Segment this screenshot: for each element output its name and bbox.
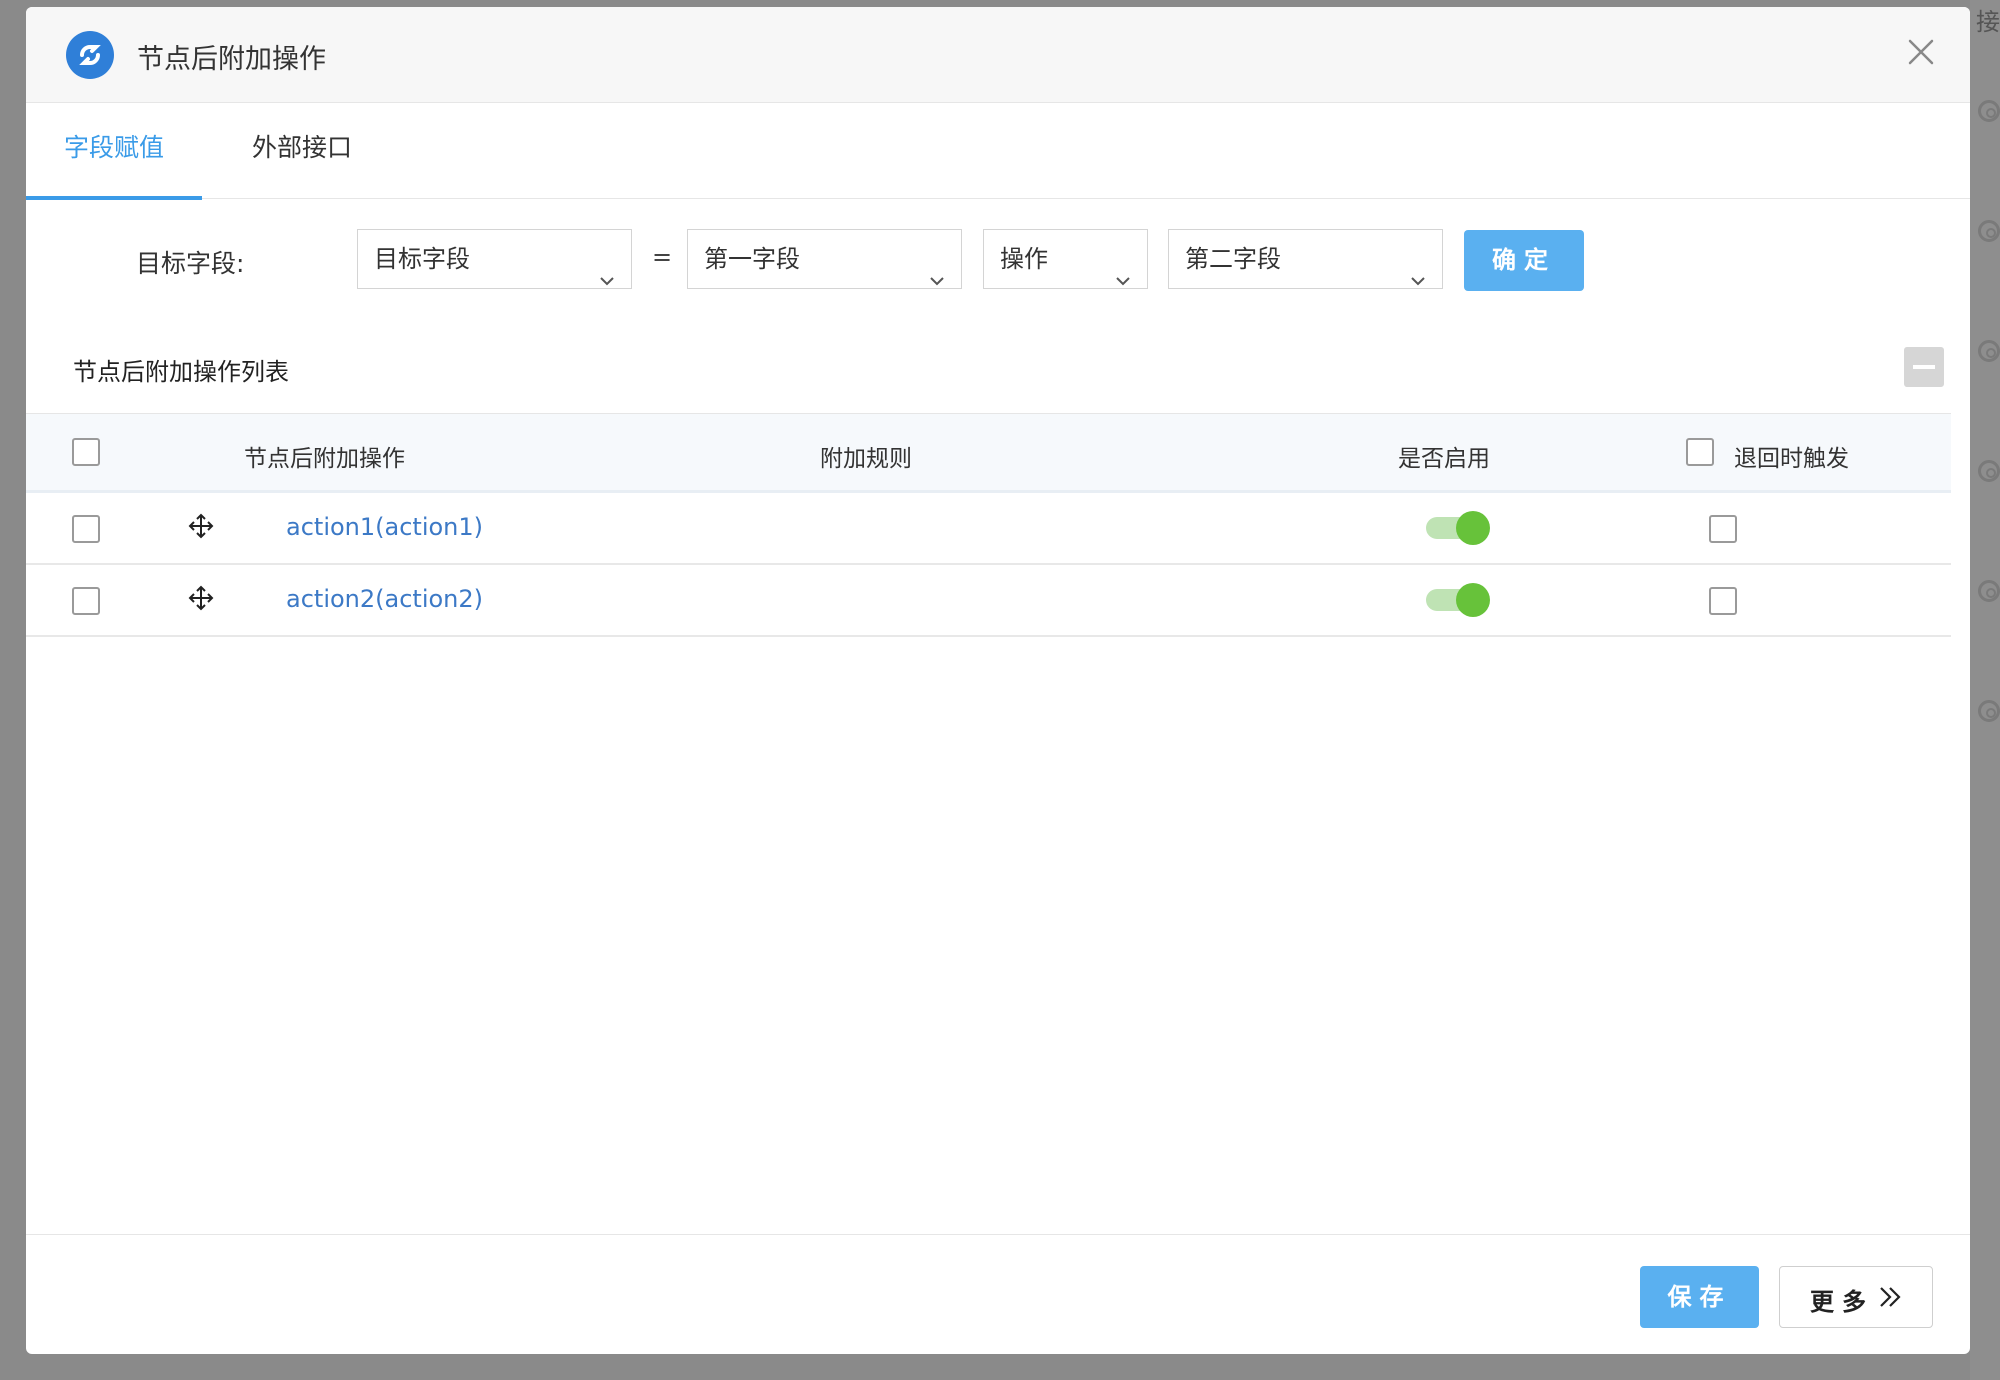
actions-table: 节点后附加操作 附加规则 是否启用 退回时触发 action1(action1) [26,413,1951,637]
action-link[interactable]: action2(action2) [286,585,483,613]
toggle-knob [1456,583,1490,617]
column-header-action: 节点后附加操作 [244,446,405,472]
dialog-title: 节点后附加操作 [137,44,326,75]
second-field-select[interactable]: 第二字段 [1168,229,1443,289]
gear-icon [1978,460,2000,482]
gear-icon [1978,100,2000,122]
collapse-icon[interactable] [1904,347,1944,387]
operation-select[interactable]: 操作 [983,229,1148,289]
column-header-enabled: 是否启用 [1398,446,1490,472]
app-logo-icon [66,31,114,79]
rollback-checkbox[interactable] [1709,587,1737,615]
modal-dialog: 节点后附加操作 字段赋值 外部接口 目标字段: 目标字段 = 第一字段 操作 第… [26,7,1970,1354]
enabled-toggle[interactable] [1426,583,1490,617]
background-right-strip: 接 [1970,0,2000,1380]
chevron-down-icon [599,252,615,310]
table-row: action1(action1) [26,493,1951,565]
more-button[interactable]: 更多 [1779,1266,1933,1328]
chevron-down-icon [1410,252,1426,310]
close-icon[interactable] [1906,37,1936,67]
enabled-toggle[interactable] [1426,511,1490,545]
row-select-checkbox[interactable] [72,587,100,615]
rollback-all-checkbox[interactable] [1686,438,1714,466]
table-row: action2(action2) [26,565,1951,637]
first-field-select[interactable]: 第一字段 [687,229,962,289]
gear-icon [1978,700,2000,722]
drag-move-icon[interactable] [188,513,214,543]
dialog-footer: 保存 更多 [26,1234,1970,1354]
gear-icon [1978,580,2000,602]
gear-icon [1978,220,2000,242]
tab-field-assignment[interactable]: 字段赋值 [26,103,202,200]
column-header-rollback: 退回时触发 [1734,446,1849,472]
toggle-knob [1456,511,1490,545]
action-link[interactable]: action1(action1) [286,513,483,541]
equals-sign: = [652,243,673,271]
dialog-header: 节点后附加操作 [26,7,1970,103]
list-title: 节点后附加操作列表 [73,358,289,386]
table-header: 节点后附加操作 附加规则 是否启用 退回时触发 [26,413,1951,493]
first-field-select-value: 第一字段 [704,245,800,273]
chevron-down-icon [929,252,945,310]
gear-icon [1978,340,2000,362]
target-field-select-value: 目标字段 [374,245,470,273]
target-field-label: 目标字段: [136,249,245,278]
double-chevron-right-icon [1878,1285,1904,1315]
rollback-checkbox[interactable] [1709,515,1737,543]
operation-select-value: 操作 [1000,245,1048,273]
background-edge-text: 接 [1976,8,2000,36]
select-all-checkbox[interactable] [72,438,100,466]
row-select-checkbox[interactable] [72,515,100,543]
chevron-down-icon [1115,252,1131,310]
drag-move-icon[interactable] [188,585,214,615]
confirm-button[interactable]: 确定 [1464,230,1584,291]
column-header-rule: 附加规则 [820,446,912,472]
second-field-select-value: 第二字段 [1185,245,1281,273]
save-button[interactable]: 保存 [1640,1266,1759,1328]
more-button-label: 更多 [1810,1288,1874,1316]
tab-bar: 字段赋值 外部接口 [26,103,1970,200]
target-field-select[interactable]: 目标字段 [357,229,632,289]
tab-external-interface[interactable]: 外部接口 [232,103,372,199]
